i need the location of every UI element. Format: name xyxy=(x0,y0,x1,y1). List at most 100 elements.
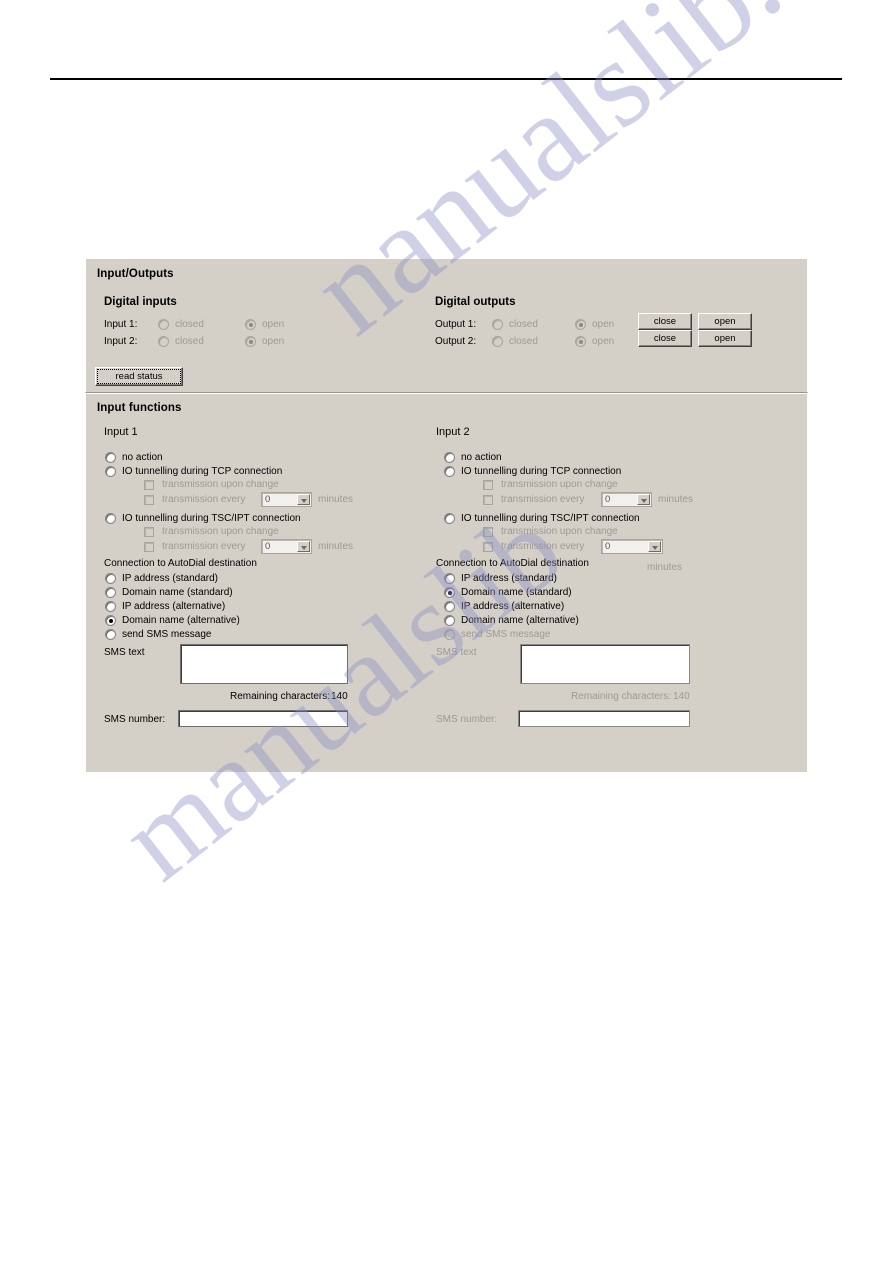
input-2-autodial-ip-alternative-label: IP address (alternative) xyxy=(461,601,565,612)
chevron-down-icon xyxy=(648,541,661,552)
input-1-sms-text-label: SMS text xyxy=(104,647,145,658)
output-1-open-label: open xyxy=(592,319,615,330)
input-2-autodial-ip-standard-label: IP address (standard) xyxy=(461,573,557,584)
input-1-mode-no-action-label: no action xyxy=(122,452,163,463)
input-2-tsc-every-checkbox[interactable] xyxy=(483,542,493,552)
input-2-sms-number-label: SMS number: xyxy=(436,714,498,725)
output-2-label: Output 2: xyxy=(435,336,477,347)
input-functions-panel: Input functions Input 1 no action IO tun… xyxy=(85,393,808,773)
input-2-mode-no-action-label: no action xyxy=(461,452,502,463)
input-2-autodial-domain-alternative-radio[interactable] xyxy=(444,615,455,626)
input-1-autodial-ip-standard-label: IP address (standard) xyxy=(122,573,218,584)
input-2-sms-remaining-count: 140 xyxy=(673,691,690,702)
input-1-sms-number-label: SMS number: xyxy=(104,714,166,725)
input-1-autodial-ip-alternative-radio[interactable] xyxy=(105,601,116,612)
input-2-autodial-ip-alternative-radio[interactable] xyxy=(444,601,455,612)
input-1-tsc-every-label: transmission every xyxy=(162,541,246,552)
input-2-open-label: open xyxy=(262,336,285,347)
output-2-open-radio xyxy=(575,336,586,347)
read-status-button[interactable]: read status xyxy=(95,367,183,386)
chevron-down-icon xyxy=(297,494,310,505)
input-1-tsc-interval-dropdown[interactable]: 0 xyxy=(261,539,312,554)
input-2-sms-number-input[interactable] xyxy=(518,710,690,727)
input-2-tsc-upon-change-label: transmission upon change xyxy=(501,526,618,537)
input-2-tcp-minutes-label: minutes xyxy=(658,494,694,505)
input-1-tsc-upon-change-label: transmission upon change xyxy=(162,526,279,537)
output-1-open-radio xyxy=(575,319,586,330)
output-1-label: Output 1: xyxy=(435,319,477,330)
input-2-tsc-every-label: transmission every xyxy=(501,541,585,552)
input-1-tcp-every-checkbox[interactable] xyxy=(144,495,154,505)
page-header-rule xyxy=(50,78,842,80)
output-2-closed-radio xyxy=(492,336,503,347)
input-2-tsc-upon-change-checkbox[interactable] xyxy=(483,527,493,537)
input-1-open-label: open xyxy=(262,319,285,330)
input-2-tcp-upon-change-label: transmission upon change xyxy=(501,479,618,490)
input-1-mode-tsc-radio[interactable] xyxy=(105,513,116,524)
output-2-open-button[interactable]: open xyxy=(698,330,752,347)
output-1-closed-radio xyxy=(492,319,503,330)
input-1-autodial-domain-alternative-radio[interactable] xyxy=(105,615,116,626)
input-2-autodial-sms-label: send SMS message xyxy=(461,629,551,640)
input-2-autodial-domain-standard-label: Domain name (standard) xyxy=(461,587,572,598)
input-2-tcp-interval-dropdown[interactable]: 0 xyxy=(601,492,652,507)
input-2-tsc-minutes-label: minutes xyxy=(647,562,683,573)
chevron-down-icon xyxy=(297,541,310,552)
input-2-tcp-upon-change-checkbox[interactable] xyxy=(483,480,493,490)
input-2-mode-tcp-label: IO tunnelling during TCP connection xyxy=(461,466,622,477)
input-1-sms-remaining-count: 140 xyxy=(331,691,348,702)
input-2-open-radio xyxy=(245,336,256,347)
input-1-autodial-ip-standard-radio[interactable] xyxy=(105,573,116,584)
input-1-mode-tcp-radio[interactable] xyxy=(105,466,116,477)
input-2-autodial-domain-standard-radio[interactable] xyxy=(444,587,455,598)
output-2-closed-label: closed xyxy=(509,336,538,347)
digital-outputs-title: Digital outputs xyxy=(435,296,516,308)
input-1-tcp-upon-change-checkbox[interactable] xyxy=(144,480,154,490)
input-1-open-radio xyxy=(245,319,256,330)
input-1-column-heading: Input 1 xyxy=(104,426,138,438)
input-1-sms-number-input[interactable] xyxy=(178,710,348,727)
input-1-tcp-minutes-label: minutes xyxy=(318,494,354,505)
input-1-tcp-interval-value: 0 xyxy=(265,494,271,505)
input-1-closed-radio xyxy=(158,319,169,330)
input-1-tsc-every-checkbox[interactable] xyxy=(144,542,154,552)
input-2-tsc-interval-dropdown[interactable]: 0 xyxy=(601,539,663,554)
input-2-autodial-sms-radio xyxy=(444,629,455,640)
input-2-mode-no-action-radio[interactable] xyxy=(444,452,455,463)
input-1-tcp-every-label: transmission every xyxy=(162,494,246,505)
output-1-open-button[interactable]: open xyxy=(698,313,752,330)
input-outputs-panel: Input/Outputs Digital inputs Input 1: cl… xyxy=(85,258,808,393)
output-2-close-button[interactable]: close xyxy=(638,330,692,347)
input-1-tcp-interval-dropdown[interactable]: 0 xyxy=(261,492,312,507)
digital-inputs-title: Digital inputs xyxy=(104,296,177,308)
input-2-tcp-interval-value: 0 xyxy=(605,494,611,505)
input-1-tsc-upon-change-checkbox[interactable] xyxy=(144,527,154,537)
input-1-mode-tsc-label: IO tunnelling during TSC/IPT connection xyxy=(122,513,301,524)
input-1-sms-text-input[interactable] xyxy=(180,644,348,684)
input-2-mode-tsc-radio[interactable] xyxy=(444,513,455,524)
output-1-close-button[interactable]: close xyxy=(638,313,692,330)
input-2-sms-text-input[interactable] xyxy=(520,644,690,684)
input-1-autodial-sms-label: send SMS message xyxy=(122,629,212,640)
input-functions-title: Input functions xyxy=(97,402,182,414)
output-1-closed-label: closed xyxy=(509,319,538,330)
input-2-autodial-ip-standard-radio[interactable] xyxy=(444,573,455,584)
input-2-tcp-every-checkbox[interactable] xyxy=(483,495,493,505)
input-2-column-heading: Input 2 xyxy=(436,426,470,438)
input-1-autodial-domain-standard-radio[interactable] xyxy=(105,587,116,598)
input-2-mode-tcp-radio[interactable] xyxy=(444,466,455,477)
input-2-label: Input 2: xyxy=(104,336,138,347)
input-1-autodial-sms-radio[interactable] xyxy=(105,629,116,640)
input-2-mode-tsc-label: IO tunnelling during TSC/IPT connection xyxy=(461,513,640,524)
input-2-autodial-domain-alternative-label: Domain name (alternative) xyxy=(461,615,579,626)
input-2-autodial-heading: Connection to AutoDial destination xyxy=(436,558,589,569)
input-1-closed-label: closed xyxy=(175,319,204,330)
input-2-closed-radio xyxy=(158,336,169,347)
input-2-closed-label: closed xyxy=(175,336,204,347)
input-1-mode-no-action-radio[interactable] xyxy=(105,452,116,463)
input-2-sms-remaining-label: Remaining characters: xyxy=(571,691,672,702)
input-1-tsc-interval-value: 0 xyxy=(265,541,271,552)
input-1-tcp-upon-change-label: transmission upon change xyxy=(162,479,279,490)
input-1-tsc-minutes-label: minutes xyxy=(318,541,354,552)
input-1-autodial-heading: Connection to AutoDial destination xyxy=(104,558,257,569)
